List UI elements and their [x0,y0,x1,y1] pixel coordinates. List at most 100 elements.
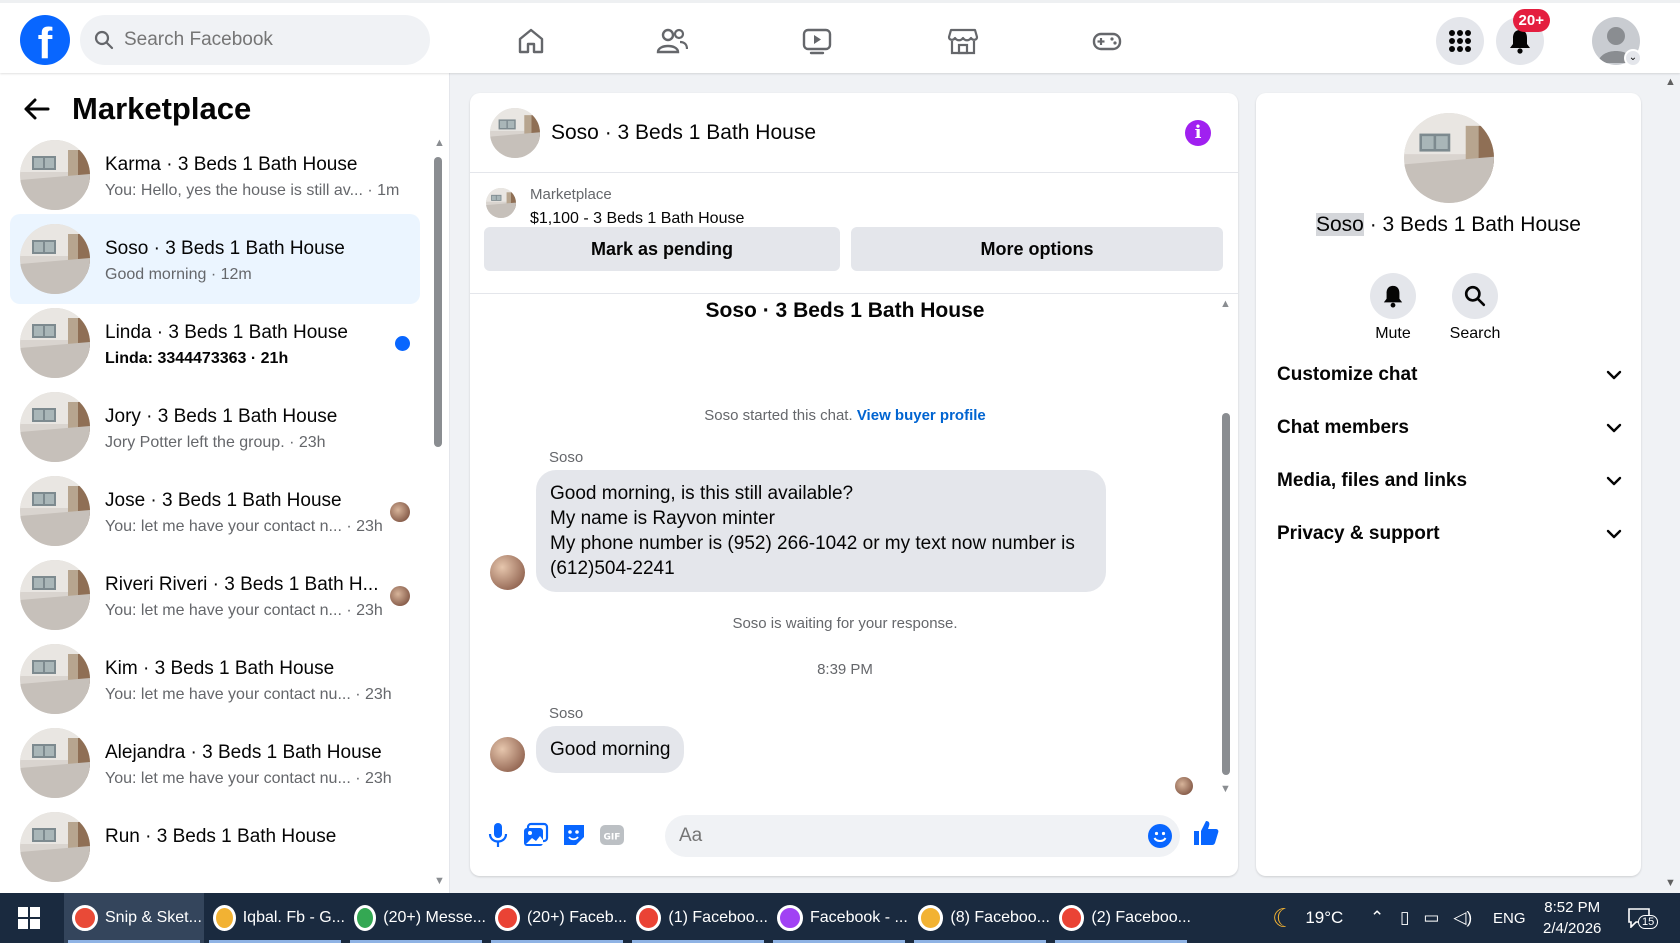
scroll-down-arrow-icon[interactable]: ▼ [1220,783,1231,795]
marketplace-sidebar: Marketplace Karma · 3 Beds 1 Bath House Y… [0,73,450,893]
sender-avatar[interactable] [490,737,525,772]
mute-button[interactable]: Mute [1358,273,1428,343]
conversation-item[interactable]: Jose · 3 Beds 1 Bath House You: let me ha… [10,466,420,556]
conversation-title: Soso · 3 Beds 1 Bath House [105,238,345,259]
search-label: Search [1449,325,1501,342]
message-line: My phone number is (952) 266-1042 or my … [550,533,1075,554]
video-icon[interactable] [797,21,837,61]
facebook-logo-icon[interactable]: f [20,15,70,65]
taskbar-app[interactable]: (20+) Faceb... [487,893,627,943]
conversation-preview: You: Hello, yes the house is still av...… [105,182,400,199]
weather-widget[interactable]: ☾ 19°C [1272,893,1343,943]
info-icon[interactable]: i [1185,120,1211,146]
chevron-down-icon[interactable]: ⌄ [1624,49,1642,67]
conversation-thumbnail [20,224,90,294]
taskbar-app[interactable]: (8) Faceboo... [910,893,1050,943]
chat-scrollbar[interactable] [1222,413,1230,775]
taskbar-app[interactable]: (2) Faceboo... [1051,893,1191,943]
conversation-item[interactable]: Riveri Riveri · 3 Beds 1 Bath H... You: l… [10,550,420,640]
emoji-icon[interactable] [1148,824,1172,848]
conversation-preview: Jory Potter left the group. · 23h [105,434,326,451]
home-icon[interactable] [511,21,551,61]
chevron-down-icon [1606,529,1622,539]
chat-title[interactable]: Soso · 3 Beds 1 Bath House [551,121,816,145]
marketplace-icon[interactable] [943,21,983,61]
chat-header: Soso · 3 Beds 1 Bath House i [470,93,1238,173]
chat-details-panel: Soso · 3 Beds 1 Bath House Mute Search C… [1256,93,1641,876]
battery-icon[interactable]: ▯ [1400,908,1409,928]
scroll-up-arrow-icon[interactable]: ▲ [1220,298,1231,310]
conversation-item[interactable]: Linda · 3 Beds 1 Bath House Linda: 334447… [10,298,420,388]
notifications-button[interactable]: 20+ [1496,9,1550,65]
seen-avatar [390,586,410,606]
conversation-thumbnail [20,644,90,714]
details-name-highlight: Soso [1315,213,1364,236]
listing-thumbnail[interactable] [490,108,540,158]
windows-start-icon[interactable] [18,907,40,934]
search-box[interactable] [80,15,430,65]
conversation-item[interactable]: Alejandra · 3 Beds 1 Bath House You: let … [10,718,420,808]
conversation-thumbnail [20,140,90,210]
mark-as-pending-button[interactable]: Mark as pending [484,227,840,271]
back-arrow-icon[interactable] [22,97,50,121]
app-icon [213,905,236,931]
sender-name: Soso [549,705,584,722]
conversation-preview: Good morning · 12m [105,266,252,283]
sidebar-title: Marketplace [72,91,252,126]
friends-icon[interactable] [652,21,692,61]
action-center-count: 15 [1638,915,1659,929]
search-conversation-button[interactable]: Search [1440,273,1510,343]
conversation-preview: You: let me have your contact nu... · 23… [105,770,392,787]
listing-large-thumbnail[interactable] [1404,113,1494,203]
search-input[interactable] [124,29,404,51]
taskbar-app[interactable]: (20+) Messe... [346,893,486,943]
conversation-item[interactable]: Kim · 3 Beds 1 Bath House You: let me hav… [10,634,420,724]
more-options-button[interactable]: More options [851,227,1223,271]
volume-icon[interactable]: ◁) [1453,908,1472,928]
message-composer: GIF [470,805,1238,865]
gif-icon[interactable]: GIF [598,821,626,849]
taskbar-app[interactable]: (1) Faceboo... [628,893,768,943]
details-section-row[interactable]: Privacy & support [1277,514,1622,554]
windows-taskbar: Snip & Sket... Iqbal. Fb - G... (20+) Mess… [0,893,1680,943]
action-center-icon[interactable]: 15 [1628,893,1659,943]
scroll-up-arrow-icon[interactable]: ▲ [434,137,445,149]
conversation-item[interactable]: Jory · 3 Beds 1 Bath House Jory Potter le… [10,382,420,472]
message-bubble: Good morning, is this still available? M… [536,470,1106,592]
taskbar-app[interactable]: Facebook - ... [769,893,909,943]
gaming-icon[interactable] [1087,21,1127,61]
conversation-item[interactable]: Karma · 3 Beds 1 Bath House You: Hello, y… [10,130,420,220]
listing-price[interactable]: $1,100 - 3 Beds 1 Bath House [530,210,744,228]
view-buyer-profile-link[interactable]: View buyer profile [857,407,986,424]
details-section-row[interactable]: Customize chat [1277,355,1622,395]
photo-icon[interactable] [522,821,550,849]
language-indicator[interactable]: ENG [1493,893,1526,943]
grid-icon [1449,30,1471,52]
chevron-down-icon [1606,476,1622,486]
page-scroll-down-arrow-icon[interactable]: ▼ [1665,877,1676,889]
scroll-down-arrow-icon[interactable]: ▼ [434,875,445,887]
taskbar-app-label: (1) Faceboo... [668,909,768,926]
message-input[interactable] [665,815,1180,857]
taskbar-app[interactable]: Iqbal. Fb - G... [205,893,345,943]
marketplace-label: Marketplace [530,186,612,203]
conversation-preview: You: let me have your contact n... · 23h [105,518,383,535]
conversation-item[interactable]: Soso · 3 Beds 1 Bath House Good morning ·… [10,214,420,304]
sticker-icon[interactable] [560,821,588,849]
microphone-icon[interactable] [484,821,512,849]
page-scroll-up-arrow-icon[interactable]: ▲ [1665,76,1676,88]
menu-grid-button[interactable] [1436,17,1484,65]
like-thumbs-up-icon[interactable] [1192,819,1220,847]
clock-time: 8:52 PM [1544,899,1601,916]
taskbar-app[interactable]: Snip & Sket... [64,893,204,943]
details-section-row[interactable]: Chat members [1277,408,1622,448]
clock[interactable]: 8:52 PM 2/4/2026 [1543,893,1601,943]
sidebar-scrollbar[interactable] [434,157,442,447]
details-section-row[interactable]: Media, files and links [1277,461,1622,501]
details-name-rest: · 3 Beds 1 Bath House [1363,213,1581,236]
conversation-item[interactable]: Run · 3 Beds 1 Bath House [10,802,420,892]
network-icon[interactable]: ▭ [1423,908,1439,928]
taskbar-app-label: (8) Faceboo... [950,909,1050,926]
chevron-up-icon[interactable]: ⌃ [1370,893,1384,943]
sender-avatar[interactable] [490,555,525,590]
